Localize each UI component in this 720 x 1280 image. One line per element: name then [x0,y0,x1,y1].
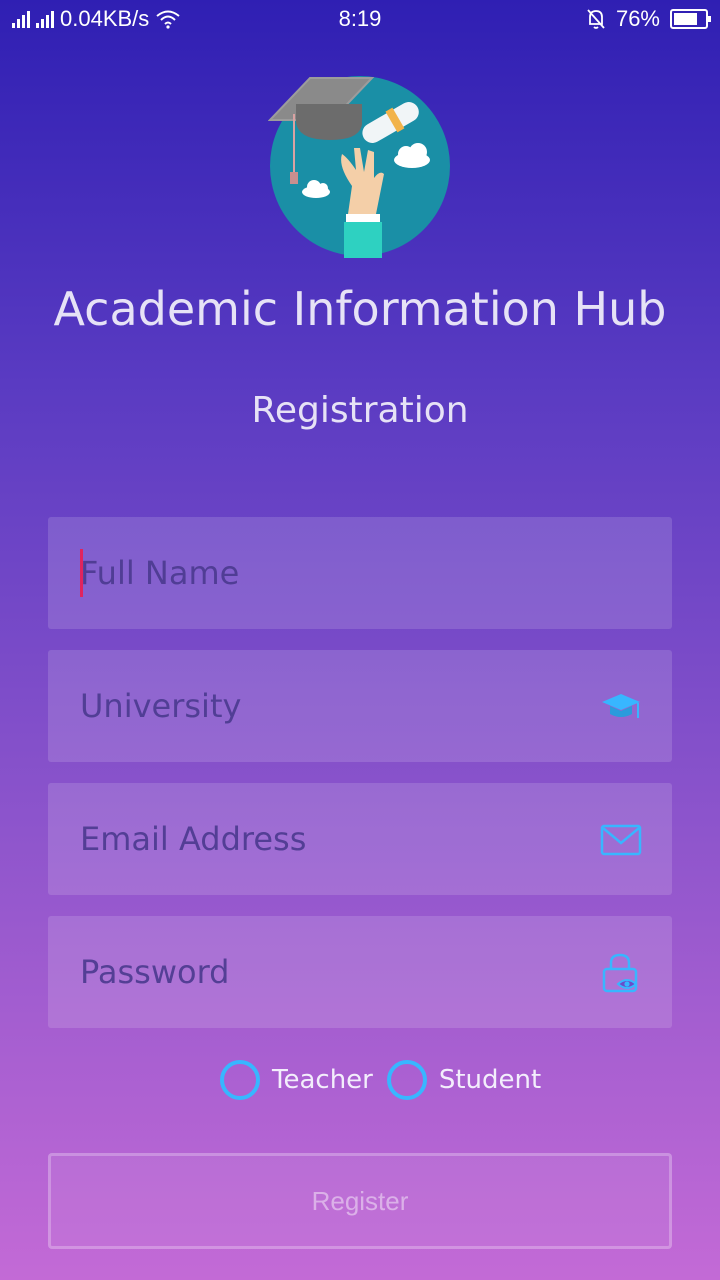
university-input[interactable] [80,650,580,762]
role-selector: Teacher Student [220,1060,555,1100]
password-field[interactable] [48,916,672,1028]
student-label: Student [438,1065,542,1095]
student-radio[interactable] [386,1060,427,1100]
status-bar: 0.04KB/s 8:19 76% [0,0,720,38]
text-cursor [80,549,83,597]
graduation-cap-icon [602,694,640,718]
battery-percent: 76% [615,6,660,31]
teacher-label: Teacher [272,1065,373,1095]
teacher-radio[interactable] [220,1060,260,1100]
role-student[interactable]: Student [386,1060,542,1100]
university-field[interactable] [48,650,672,762]
register-button[interactable]: Register [48,1153,672,1249]
lock-eye-icon [602,953,638,993]
battery-icon [670,9,711,29]
app-title: Academic Information Hub [53,282,667,336]
full-name-input[interactable] [80,517,580,629]
email-field[interactable] [48,783,672,895]
role-teacher[interactable]: Teacher [220,1060,373,1100]
full-name-field[interactable] [48,517,672,629]
status-right: 76% [586,6,711,32]
email-input[interactable] [80,783,580,895]
envelope-icon [600,824,642,856]
page-subtitle: Registration [251,390,469,431]
password-input[interactable] [80,916,580,1028]
graduation-logo [268,76,450,258]
bell-muted-icon [587,9,605,29]
